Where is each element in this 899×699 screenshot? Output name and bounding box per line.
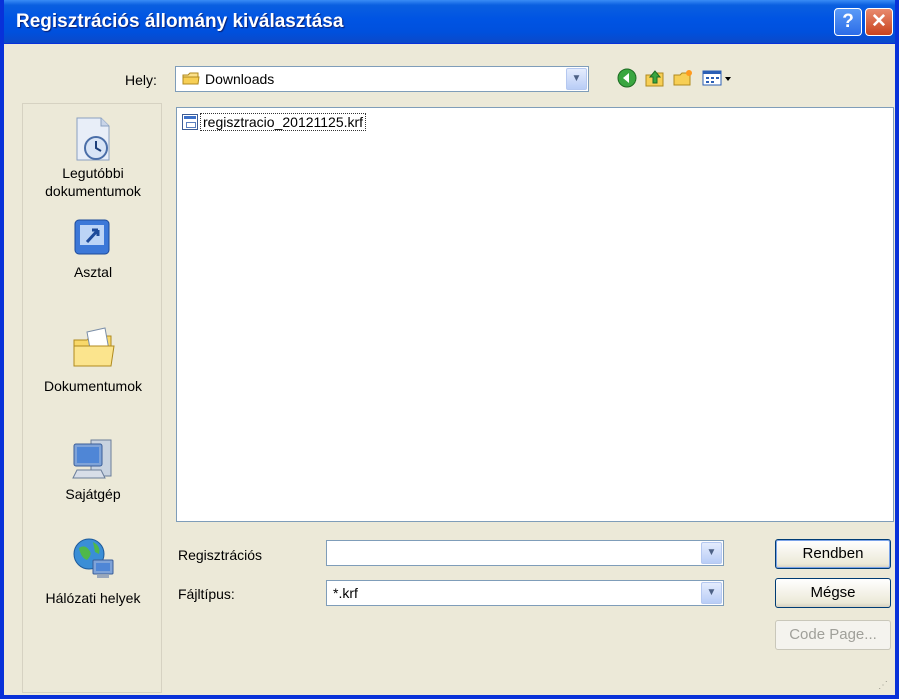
location-combo[interactable]: Downloads ▼ [175,66,589,92]
help-button[interactable]: ? [834,8,862,36]
file-open-dialog: Regisztrációs állomány kiválasztása ? ✕ … [0,0,899,699]
places-bar: Legutóbbi dokumentumok Asztal Dokumentum… [22,103,162,693]
my-computer-icon [71,436,115,480]
close-button[interactable]: ✕ [865,8,893,36]
chevron-down-icon[interactable]: ▼ [701,542,722,564]
chevron-down-icon[interactable]: ▼ [701,582,722,604]
back-icon[interactable] [616,68,638,90]
file-list[interactable]: regisztracio_20121125.krf [176,107,894,522]
place-network-places[interactable]: Hálózati helyek [23,536,163,606]
chevron-down-icon[interactable]: ▼ [566,68,587,90]
recent-documents-icon [71,116,115,161]
location-label: Hely: [125,72,157,88]
list-item[interactable]: regisztracio_20121125.krf [182,113,367,131]
filetype-combo[interactable]: *.krf ▼ [326,580,724,606]
filetype-value: *.krf [333,585,358,601]
place-network-places-label: Hálózati helyek [45,590,141,606]
location-value: Downloads [205,71,275,87]
place-my-computer[interactable]: Sajátgép [23,436,163,502]
krf-file-icon [182,114,198,130]
view-menu-icon[interactable] [700,68,734,90]
up-folder-icon[interactable] [644,68,666,90]
desktop-icon [71,216,115,260]
cancel-button[interactable]: Mégse [775,578,891,608]
place-desktop[interactable]: Asztal [23,216,163,280]
resize-grip-icon[interactable]: ⋰ [878,680,890,692]
file-name: regisztracio_20121125.krf [200,113,367,131]
place-recent-documents-label: Legutóbbi dokumentumok [45,165,141,199]
window-title: Regisztrációs állomány kiválasztása [16,11,344,32]
new-folder-icon[interactable] [672,68,694,90]
ok-button[interactable]: Rendben [775,539,891,569]
place-desktop-label: Asztal [73,264,113,280]
place-my-documents[interactable]: Dokumentumok [23,326,163,394]
folder-icon [182,72,200,86]
filename-combo[interactable]: ▼ [326,540,724,566]
code-page-button: Code Page... [775,620,891,650]
network-places-icon [71,536,115,580]
my-documents-icon [71,326,115,370]
filename-label: Regisztrációs [178,547,263,563]
place-recent-documents[interactable]: Legutóbbi dokumentumok [23,116,163,200]
place-my-documents-label: Dokumentumok [43,378,143,394]
place-my-computer-label: Sajátgép [65,486,121,502]
title-bar[interactable]: Regisztrációs állomány kiválasztása ? ✕ [4,0,895,44]
filetype-label: Fájltípus: [178,586,235,602]
